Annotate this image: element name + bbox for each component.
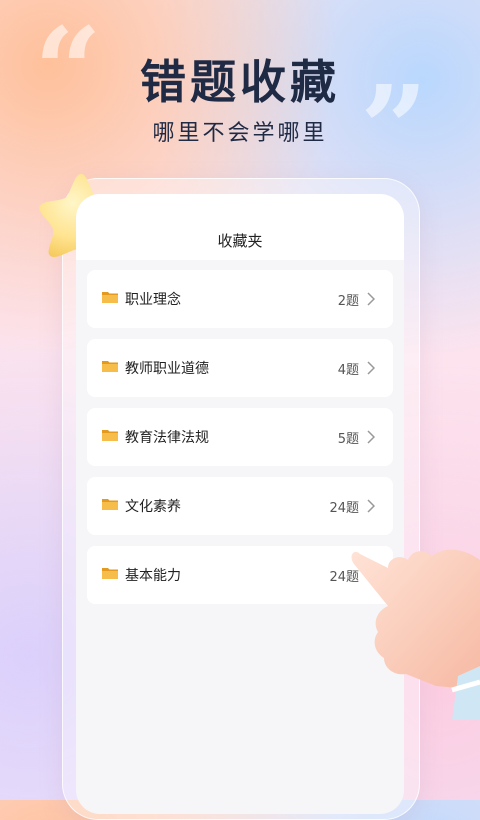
folder-name: 职业理念	[125, 292, 181, 308]
chevron-right-icon	[367, 361, 375, 375]
folder-name: 教师职业道德	[125, 361, 209, 377]
question-count: 24题	[329, 501, 359, 516]
folder-icon	[102, 361, 118, 372]
chevron-right-icon	[367, 292, 375, 306]
favorites-screen: 收藏夹 职业理念 2题 教师职业道德 4题 教育法律法规 5题 文化素养 24题…	[76, 194, 404, 814]
favorite-folder-row[interactable]: 教育法律法规 5题	[87, 408, 393, 466]
pointing-hand-icon	[351, 549, 480, 720]
hero-title: 错题收藏	[140, 55, 340, 109]
favorite-folder-row[interactable]: 职业理念 2题	[87, 270, 393, 328]
chevron-right-icon	[367, 430, 375, 444]
folder-name: 教育法律法规	[125, 430, 209, 446]
screen-title: 收藏夹	[76, 194, 404, 260]
question-count: 5题	[337, 432, 359, 447]
question-count: 2题	[337, 294, 359, 309]
chevron-right-icon	[367, 499, 375, 513]
folder-icon	[102, 430, 118, 441]
question-count: 4题	[337, 363, 359, 378]
favorite-folder-row[interactable]: 文化素养 24题	[87, 477, 393, 535]
folder-name: 文化素养	[125, 499, 181, 515]
folder-icon	[102, 292, 118, 303]
favorite-folder-row[interactable]: 教师职业道德 4题	[87, 339, 393, 397]
folder-icon	[102, 568, 118, 579]
folder-name: 基本能力	[125, 568, 181, 584]
folder-icon	[102, 499, 118, 510]
hero-subtitle: 哪里不会学哪里	[152, 121, 328, 146]
